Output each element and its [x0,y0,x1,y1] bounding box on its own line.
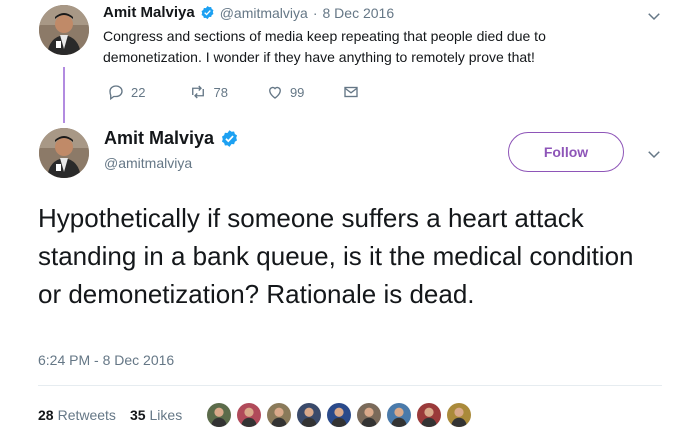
reply-icon [107,83,125,101]
reply-count: 22 [131,84,146,100]
like-count: 99 [289,84,305,100]
retweet-button[interactable]: 78 [189,83,228,101]
parent-tweet-date[interactable]: 8 Dec 2016 [323,5,395,21]
main-author-name[interactable]: Amit Malviya [104,128,214,149]
divider [38,385,662,386]
parent-tweet-text: Congress and sections of media keep repe… [103,28,546,65]
liker-avatar[interactable] [356,402,383,428]
liker-avatar[interactable] [206,402,233,428]
like-label[interactable]: Likes [150,407,183,423]
liker-avatar[interactable] [296,402,323,428]
liker-avatar[interactable] [326,402,353,428]
main-tweet-header: Amit Malviya @amitmalviya [104,128,239,171]
liker-avatar[interactable] [236,402,263,428]
envelope-icon [342,83,360,101]
retweet-total[interactable]: 28 [38,407,54,423]
parent-tweet-header: Amit Malviya @amitmalviya · 8 Dec 2016 [103,4,394,21]
verified-badge-icon [200,5,215,20]
like-total[interactable]: 35 [130,407,146,423]
tweet-timestamp[interactable]: 6:24 PM - 8 Dec 2016 [38,352,174,368]
retweet-count: 78 [213,84,228,100]
main-avatar[interactable] [39,128,89,178]
parent-tweet-actions: 22 78 99 [107,83,392,101]
follow-button[interactable]: Follow [508,132,624,172]
parent-author-handle[interactable]: @amitmalviya [220,5,308,21]
heart-icon [266,83,284,101]
main-tweet-text: Hypothetically if someone suffers a hear… [38,203,634,309]
chevron-down-icon[interactable] [645,7,663,25]
liker-avatar[interactable] [416,402,443,428]
reply-button[interactable]: 22 [107,83,145,101]
chevron-down-icon[interactable] [645,145,663,163]
like-button[interactable]: 99 [266,83,304,101]
tweet-stats: 28 Retweets 35 Likes [38,402,476,428]
liker-avatars [206,402,476,428]
verified-badge-icon [220,129,239,148]
parent-avatar[interactable] [39,5,89,55]
main-author-handle[interactable]: @amitmalviya [104,155,239,171]
thread-line [63,67,65,123]
liker-avatar[interactable] [266,402,293,428]
liker-avatar[interactable] [386,402,413,428]
retweet-label[interactable]: Retweets [58,407,116,423]
retweet-icon [189,83,207,101]
liker-avatar[interactable] [446,402,473,428]
direct-message-button[interactable] [342,83,360,101]
parent-author-name[interactable]: Amit Malviya [103,4,195,21]
meta-separator: · [312,4,318,21]
